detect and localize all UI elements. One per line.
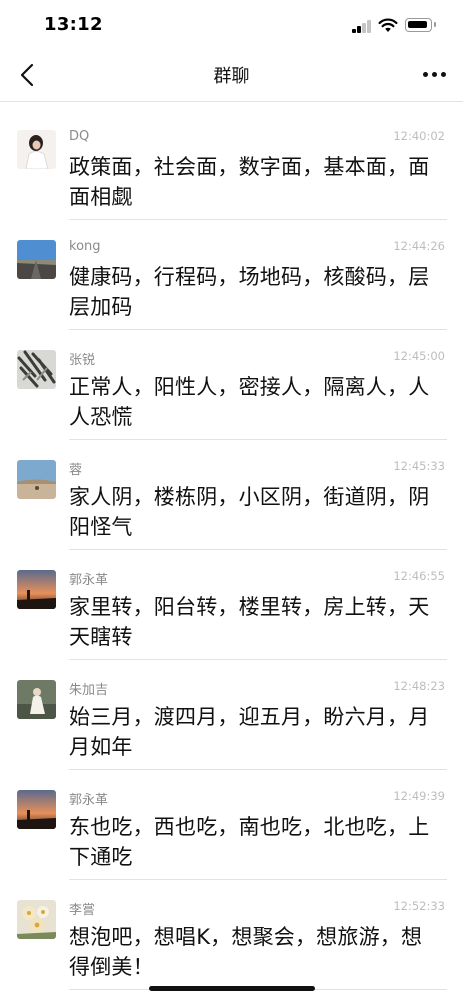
message-text: 想泡吧，想唱K，想聚会，想旅游，想得倒美！	[69, 925, 423, 979]
sender-name: 张锐	[69, 353, 96, 368]
chat-header: 群聊	[0, 50, 463, 102]
message-time: 12:46:55	[393, 569, 445, 583]
sender-name: 郭永革	[69, 793, 109, 808]
message-text: 正常人，阳性人，密接人，隔离人，人人恐慌	[69, 375, 430, 429]
message-time: 12:45:00	[393, 349, 445, 363]
message-list[interactable]: DQ 12:40:02 政策面，社会面，数字面，基本面，面面相觑 kong 12…	[0, 103, 463, 1000]
sender-name: kong	[69, 239, 101, 254]
more-dots-icon	[422, 71, 428, 77]
cellular-signal-icon	[352, 20, 372, 33]
home-indicator[interactable]	[149, 986, 315, 991]
message-time: 12:49:39	[393, 789, 445, 803]
avatar[interactable]	[17, 790, 56, 829]
message-time: 12:48:23	[393, 679, 445, 693]
message-item[interactable]: kong 12:44:26 健康码，行程码，场地码，核酸码，层层加码	[0, 220, 463, 330]
avatar[interactable]	[17, 680, 56, 719]
message-time: 12:40:02	[393, 129, 445, 143]
sender-name: 李嘗	[69, 903, 96, 918]
sender-name: DQ	[69, 129, 90, 144]
message-text: 始三月，渡四月，迎五月，盼六月，月月如年	[69, 705, 430, 759]
message-time: 12:45:33	[393, 459, 445, 473]
message-text: 东也吃，西也吃，南也吃，北也吃，上下通吃	[69, 815, 430, 869]
sender-name: 蓉	[69, 463, 83, 478]
message-item[interactable]: 朱加吉 12:48:23 始三月，渡四月，迎五月，盼六月，月月如年	[0, 660, 463, 770]
message-item[interactable]: 蓉 12:45:33 家人阴，楼栋阴，小区阴，街道阴，阴阳怪气	[0, 440, 463, 550]
battery-icon	[405, 18, 436, 32]
message-text: 家里转，阳台转，楼里转，房上转，天天瞎转	[69, 595, 430, 649]
message-item[interactable]: DQ 12:40:02 政策面，社会面，数字面，基本面，面面相觑	[0, 110, 463, 220]
message-item[interactable]: 郭永革 12:49:39 东也吃，西也吃，南也吃，北也吃，上下通吃	[0, 770, 463, 880]
avatar[interactable]	[17, 130, 56, 169]
message-item[interactable]: 李嘗 12:52:33 想泡吧，想唱K，想聚会，想旅游，想得倒美！	[0, 880, 463, 990]
page-title: 群聊	[213, 66, 250, 87]
message-time: 12:52:33	[393, 899, 445, 913]
avatar[interactable]	[17, 240, 56, 279]
wifi-icon	[378, 18, 398, 32]
avatar[interactable]	[17, 350, 56, 389]
message-time: 12:44:26	[393, 239, 445, 253]
sender-name: 朱加吉	[69, 683, 109, 698]
avatar[interactable]	[17, 900, 56, 939]
avatar[interactable]	[17, 570, 56, 609]
status-time: 13:12	[44, 14, 103, 35]
more-options-button[interactable]	[419, 62, 449, 86]
message-text: 家人阴，楼栋阴，小区阴，街道阴，阴阳怪气	[69, 485, 430, 539]
message-text: 健康码，行程码，场地码，核酸码，层层加码	[69, 265, 430, 319]
status-bar: 13:12	[0, 0, 463, 50]
message-item[interactable]: 郭永革 12:46:55 家里转，阳台转，楼里转，房上转，天天瞎转	[0, 550, 463, 660]
avatar[interactable]	[17, 460, 56, 499]
message-text: 政策面，社会面，数字面，基本面，面面相觑	[69, 155, 430, 209]
message-item[interactable]: 张锐 12:45:00 正常人，阳性人，密接人，隔离人，人人恐慌	[0, 330, 463, 440]
sender-name: 郭永革	[69, 573, 109, 588]
